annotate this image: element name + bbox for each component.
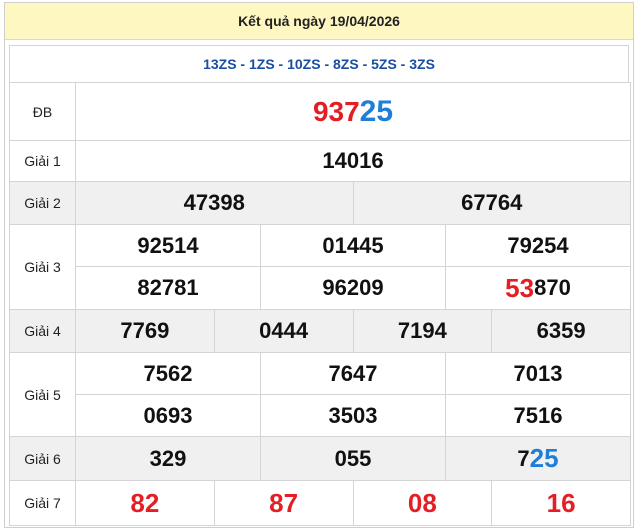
prize-g3-value: 82781 — [137, 275, 199, 300]
prize-label-g2: Giải 2 — [9, 181, 76, 225]
prize-g3-value-highlight: 53 870 — [445, 267, 630, 309]
results-header: Kết quả ngày 19/04/2026 — [5, 3, 633, 40]
prize-row-g2: Giải 2 47398 67764 — [9, 181, 631, 225]
prize-row-g6: Giải 6 329 055 7 25 — [9, 436, 631, 481]
prize-row-g4: Giải 4 7769 0444 7194 6359 — [9, 309, 631, 353]
prize-g5-cells-b: 0693 3503 7516 — [75, 394, 631, 437]
prize-g7-value: 08 — [352, 481, 492, 525]
prize-g1-value: 14016 — [75, 140, 631, 182]
prize-label-g3: Giải 3 — [9, 224, 76, 310]
prize-row-g1: Giải 1 14016 — [9, 140, 631, 182]
prize-row-g7: Giải 7 82 87 08 16 — [9, 480, 631, 526]
prize-g2-cells: 47398 67764 — [75, 181, 631, 225]
prize-g5-cells-a: 7562 7647 7013 — [75, 352, 631, 395]
prize-g6-highlight-prefix: 7 — [517, 445, 530, 471]
prize-g3-value: 79254 — [445, 225, 630, 266]
prize-g4-value: 6359 — [491, 310, 630, 352]
prize-row-g5-b: 0693 3503 7516 — [10, 394, 631, 437]
special-codes-row: 13ZS - 1ZS - 10ZS - 8ZS - 5ZS - 3ZS — [9, 45, 629, 82]
prize-g3-cells-a: 92514 01445 79254 — [75, 224, 631, 267]
prize-label-db: ĐB — [9, 82, 76, 141]
prize-g2-value: 67764 — [352, 182, 631, 224]
prize-db-prefix: 937 — [312, 95, 360, 127]
results-table: ĐB 93725 Giải 1 14016 Giải 2 47398 67764… — [9, 82, 631, 526]
prize-g4-value: 7769 — [120, 318, 170, 343]
special-codes: 13ZS - 1ZS - 10ZS - 8ZS - 5ZS - 3ZS — [203, 56, 435, 72]
prize-row-g3-b: 82781 96209 53 870 — [10, 266, 631, 310]
prize-g3-value: 96209 — [260, 267, 445, 309]
prize-label-g6: Giải 6 — [9, 436, 76, 481]
prize-db-suffix: 25 — [359, 94, 394, 128]
prize-g7-cells: 82 87 08 16 — [75, 480, 631, 526]
prize-g3-cells-b: 82781 96209 53 870 — [75, 266, 631, 310]
prize-g3-value: 01445 — [260, 225, 445, 266]
prize-g6-value-highlight: 7 25 — [445, 437, 630, 480]
prize-row-g3-a: Giải 3 92514 01445 79254 — [9, 224, 631, 310]
prize-g3-highlight-suffix: 870 — [534, 275, 571, 300]
prize-label-g4: Giải 4 — [9, 309, 76, 353]
prize-g7-value: 16 — [491, 481, 630, 525]
prize-label-g1: Giải 1 — [9, 140, 76, 182]
prize-g6-value: 055 — [260, 437, 445, 480]
prize-g4-value: 7194 — [352, 310, 492, 352]
prize-g3-value: 92514 — [137, 232, 199, 258]
prize-g5-value: 7562 — [143, 360, 193, 386]
prize-g6-value: 329 — [149, 445, 187, 471]
prize-g7-value: 82 — [130, 487, 160, 518]
prize-g5-value: 7013 — [445, 353, 630, 394]
prize-g5-value: 7516 — [445, 395, 630, 436]
prize-row-g5-a: Giải 5 7562 7647 7013 — [9, 352, 631, 437]
prize-label-g5: Giải 5 — [9, 352, 76, 437]
prize-g6-cells: 329 055 7 25 — [75, 436, 631, 481]
prize-g5-value: 0693 — [143, 402, 193, 428]
prize-db-value: 93725 — [75, 82, 631, 141]
prize-g2-value: 47398 — [183, 190, 245, 215]
prize-label-g7: Giải 7 — [9, 480, 76, 526]
prize-g5-value: 3503 — [260, 395, 445, 436]
prize-g6-highlight-suffix: 25 — [529, 443, 559, 473]
prize-row-db: ĐB 93725 — [9, 82, 631, 141]
results-date-title: Kết quả ngày 19/04/2026 — [238, 13, 400, 29]
prize-g7-value: 87 — [213, 481, 353, 525]
results-panel: Kết quả ngày 19/04/2026 13ZS - 1ZS - 10Z… — [4, 2, 634, 528]
prize-g4-cells: 7769 0444 7194 6359 — [75, 309, 631, 353]
prize-g5-value: 7647 — [260, 353, 445, 394]
prize-g3-highlight-prefix: 53 — [505, 272, 535, 303]
prize-g4-value: 0444 — [213, 310, 353, 352]
